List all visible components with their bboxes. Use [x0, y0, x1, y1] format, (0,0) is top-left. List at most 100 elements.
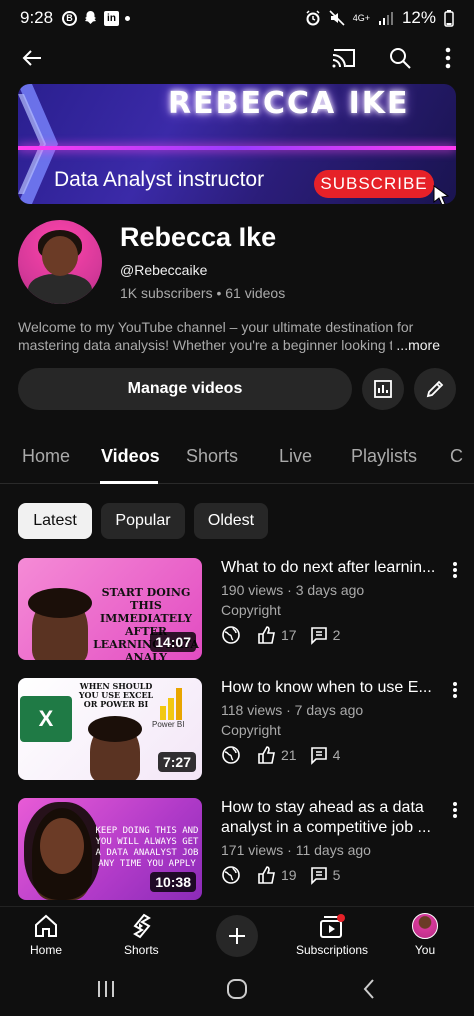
comment-count: 4: [332, 747, 341, 763]
bixby-icon: B: [62, 10, 77, 26]
search-button[interactable]: [384, 42, 416, 74]
video-menu-button[interactable]: [448, 560, 462, 580]
video-title[interactable]: What to do next after learnin...: [221, 558, 439, 578]
comment-count: 5: [332, 867, 341, 883]
comment-icon: [310, 867, 327, 885]
nav-you[interactable]: You: [412, 913, 438, 957]
recent-apps-button[interactable]: [96, 980, 116, 1003]
video-duration: 10:38: [150, 872, 196, 892]
status-bar: 9:28 B in 4G+ 12%: [0, 0, 474, 36]
banner-stripe: [18, 146, 456, 150]
like-count: 19: [281, 867, 297, 883]
cast-button[interactable]: [328, 42, 360, 74]
home-system-button[interactable]: [226, 978, 248, 1005]
home-icon: [35, 914, 57, 937]
signal-icon: [378, 12, 393, 25]
channel-tabs: Home Videos Shorts Live Playlists C: [0, 432, 474, 484]
video-thumbnail[interactable]: KEEP DOING THIS AND YOU WILL ALWAYS GET …: [18, 798, 202, 900]
profile-avatar-icon: [412, 913, 438, 939]
cursor-icon: [433, 185, 450, 204]
chip-oldest[interactable]: Oldest: [194, 503, 268, 539]
video-menu-button[interactable]: [448, 680, 462, 700]
create-button[interactable]: [216, 915, 258, 957]
home-circle-icon: [227, 979, 247, 999]
thumb-hair: [28, 588, 92, 618]
nav-subscriptions[interactable]: Subscriptions: [296, 913, 368, 957]
thumb-face: [40, 818, 84, 874]
mute-icon: [329, 10, 345, 26]
bottom-navigation: Home Shorts Subscriptions You: [0, 906, 474, 962]
channel-name: Rebecca Ike: [120, 222, 277, 252]
analytics-button[interactable]: [362, 368, 404, 410]
video-stats: 21 4: [221, 745, 352, 765]
more-link[interactable]: ...more: [392, 336, 440, 354]
channel-description-text: Welcome to my YouTube channel – your ult…: [18, 319, 414, 353]
like-count: 17: [281, 627, 297, 643]
more-vert-icon: [445, 47, 451, 69]
notification-icons: B in: [62, 10, 130, 26]
video-stats: 19 5: [221, 865, 352, 885]
nav-shorts[interactable]: Shorts: [124, 913, 159, 957]
tab-playlists[interactable]: Playlists: [351, 446, 417, 467]
banner-subscribe-graphic: SUBSCRIBE: [314, 170, 434, 198]
nav-home[interactable]: Home: [30, 913, 62, 957]
channel-handle: @Rebeccaike: [120, 262, 208, 278]
thumbs-up-icon: [258, 626, 275, 644]
comment-icon: [310, 747, 327, 765]
tab-shorts[interactable]: Shorts: [186, 446, 238, 467]
chip-popular[interactable]: Popular: [101, 503, 185, 539]
video-thumbnail[interactable]: START DOING THIS IMMEDIATELY AFTER LEARN…: [18, 558, 202, 660]
video-menu-button[interactable]: [448, 800, 462, 820]
nav-home-label: Home: [30, 943, 63, 957]
excel-logo: X: [20, 696, 72, 742]
video-duration: 14:07: [150, 632, 196, 652]
active-tab-indicator: [100, 481, 158, 484]
like-count: 21: [281, 747, 297, 763]
battery-icon: [444, 9, 454, 27]
nav-subscriptions-label: Subscriptions: [296, 943, 369, 957]
video-duration: 7:27: [157, 752, 196, 772]
comment-count: 2: [332, 627, 341, 643]
video-title[interactable]: How to know when to use E...: [221, 678, 439, 698]
video-meta: 190 views · 3 days ago: [221, 582, 365, 598]
channel-avatar[interactable]: [18, 220, 102, 304]
more-options-button[interactable]: [432, 42, 464, 74]
back-system-button[interactable]: [362, 978, 376, 1005]
back-button[interactable]: [16, 42, 48, 74]
video-meta: 171 views · 11 days ago: [221, 842, 371, 858]
tab-videos[interactable]: Videos: [101, 446, 160, 467]
recents-icon: [98, 981, 114, 997]
network-type-label: 4G+: [352, 12, 370, 23]
tab-community-partial[interactable]: C: [450, 446, 463, 467]
edit-channel-button[interactable]: [414, 368, 456, 410]
video-thumbnail[interactable]: X WHEN SHOULD YOU USE EXCEL OR POWER BI …: [18, 678, 202, 780]
alarm-icon: [306, 10, 320, 26]
thumbs-up-icon: [258, 746, 275, 764]
plus-icon: [229, 928, 245, 944]
video-copyright-note[interactable]: Copyright: [221, 722, 281, 738]
nav-you-label: You: [414, 943, 436, 957]
tab-home[interactable]: Home: [22, 446, 70, 467]
globe-icon: [222, 746, 240, 764]
globe-icon: [222, 866, 240, 884]
banner-tagline: Data Analyst instructor: [54, 168, 265, 191]
thumb-caption: KEEP DOING THIS AND YOU WILL ALWAYS GET …: [95, 826, 199, 869]
chip-latest[interactable]: Latest: [18, 503, 92, 539]
shorts-icon: [133, 913, 152, 939]
cast-icon: [332, 49, 355, 68]
video-copyright-note[interactable]: Copyright: [221, 602, 281, 618]
video-meta: 118 views · 7 days ago: [221, 702, 364, 718]
snapchat-icon: [85, 11, 96, 24]
tab-live[interactable]: Live: [279, 446, 312, 467]
globe-icon: [222, 626, 240, 644]
arrow-left-icon: [22, 50, 41, 66]
dot-icon: [125, 15, 130, 21]
manage-videos-button[interactable]: Manage videos: [18, 368, 352, 410]
linkedin-icon: in: [104, 10, 119, 26]
subscriptions-icon: [320, 914, 346, 938]
pencil-icon: [426, 380, 444, 398]
avatar-body: [28, 274, 92, 304]
channel-description[interactable]: Welcome to my YouTube channel – your ult…: [18, 318, 448, 354]
video-title[interactable]: How to stay ahead as a data analyst in a…: [221, 798, 439, 838]
powerbi-logo: [160, 688, 184, 720]
